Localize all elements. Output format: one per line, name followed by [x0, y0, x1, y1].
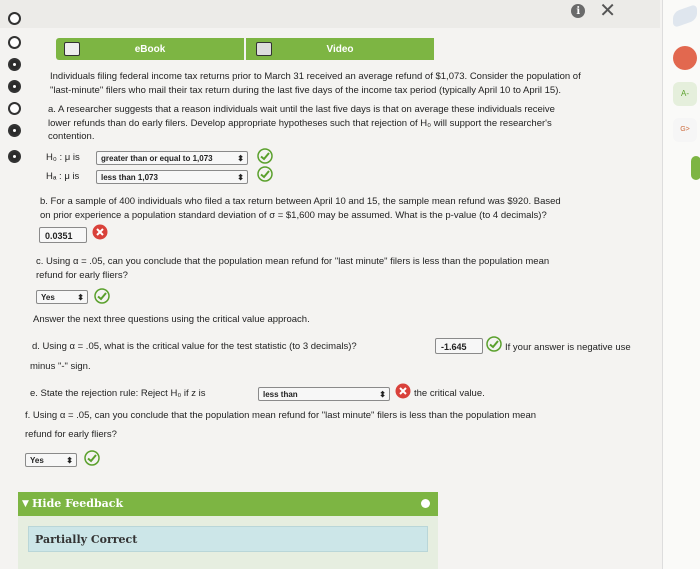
rejection-rule-value: less than	[263, 390, 298, 399]
e-incorrect-icon	[395, 383, 411, 399]
rejection-rule-select[interactable]: less than ⬍	[258, 387, 390, 401]
p-value-incorrect-icon	[92, 224, 108, 240]
ha-select-value: less than 1,073	[101, 173, 158, 182]
select-arrow-icon: ⬍	[237, 173, 244, 182]
part-f-line-1: f. Using α = .05, can you conclude that …	[25, 410, 537, 421]
f-answer-select[interactable]: Yes ⬍	[25, 453, 77, 467]
part-d-note: If your answer is negative use	[505, 342, 631, 353]
ha-correct-icon	[257, 166, 273, 182]
part-d-question: d. Using α = .05, what is the critical v…	[32, 341, 357, 352]
p-value-input[interactable]: 0.0351	[39, 227, 87, 243]
part-a-line-3: contention.	[48, 131, 95, 142]
h0-correct-icon	[257, 148, 273, 164]
close-icon[interactable]: ✕	[599, 1, 616, 21]
nav-dot-3[interactable]	[8, 58, 21, 71]
part-a-line-1: a. A researcher suggests that a reason i…	[48, 104, 555, 115]
feedback-panel: Partially Correct	[18, 516, 438, 569]
top-toolbar: i ✕	[0, 0, 660, 28]
ha-select[interactable]: less than 1,073 ⬍	[96, 170, 248, 184]
hide-feedback-toggle[interactable]: ▼ Hide Feedback	[18, 492, 438, 516]
part-b-line-2: on prior experience a population standar…	[40, 210, 547, 221]
select-arrow-icon: ⬍	[77, 293, 84, 302]
part-c-line-1: c. Using α = .05, can you conclude that …	[36, 256, 550, 267]
ha-label: Hₐ : μ is	[46, 171, 80, 182]
rs-label-2[interactable]: G>	[673, 118, 697, 142]
part-b-line-1: b. For a sample of 400 individuals who f…	[40, 196, 561, 207]
app-badge-icon[interactable]	[673, 46, 697, 70]
triangle-down-icon: ▼	[22, 499, 29, 509]
c-answer-select[interactable]: Yes ⬍	[36, 290, 88, 304]
nav-dot-1[interactable]	[8, 12, 21, 25]
d-correct-icon	[486, 336, 502, 352]
book-icon	[64, 42, 80, 56]
intro-line-1: Individuals filing federal income tax re…	[50, 71, 581, 82]
f-correct-icon	[84, 450, 100, 466]
film-icon	[256, 42, 272, 56]
c-answer-value: Yes	[41, 293, 55, 302]
pen-icon[interactable]	[673, 3, 697, 29]
info-icon[interactable]: i	[571, 4, 586, 18]
critical-value-intro: Answer the next three questions using th…	[33, 314, 310, 325]
part-d-note-2: minus "-" sign.	[30, 361, 91, 372]
f-answer-value: Yes	[30, 456, 44, 465]
hide-feedback-label: Hide Feedback	[32, 497, 124, 510]
critical-value-input[interactable]: -1.645	[435, 338, 483, 354]
h0-select-value: greater than or equal to 1,073	[101, 154, 213, 163]
resource-tabs: eBook Video	[56, 38, 434, 60]
right-side-strip: A- G>	[662, 0, 700, 569]
knob-icon	[421, 499, 430, 508]
part-e-question: e. State the rejection rule: Reject H₀ i…	[30, 388, 206, 399]
part-f-line-2: refund for early fliers?	[25, 429, 117, 440]
tab-video[interactable]: Video	[244, 38, 434, 60]
rs-label-1[interactable]: A-	[673, 82, 697, 106]
part-c-line-2: refund for early fliers?	[36, 270, 128, 281]
nav-dot-4[interactable]	[8, 80, 21, 93]
h0-label: H₀ : μ is	[46, 152, 80, 163]
select-arrow-icon: ⬍	[66, 456, 73, 465]
nav-dot-2[interactable]	[8, 36, 21, 49]
rs-scroll-marker[interactable]	[691, 156, 700, 180]
c-correct-icon	[94, 288, 110, 304]
nav-dot-7[interactable]	[8, 150, 21, 163]
part-a-line-2: lower refunds than do early filers. Deve…	[48, 118, 552, 129]
tab-video-label: Video	[326, 43, 354, 55]
page: i ✕ eBook Video Individuals filing feder…	[0, 0, 700, 569]
tab-ebook-label: eBook	[134, 43, 166, 55]
select-arrow-icon: ⬍	[237, 154, 244, 163]
h0-select[interactable]: greater than or equal to 1,073 ⬍	[96, 151, 248, 165]
tab-ebook[interactable]: eBook	[56, 38, 244, 60]
nav-dot-5[interactable]	[8, 102, 21, 115]
feedback-status: Partially Correct	[28, 526, 428, 552]
part-e-tail: the critical value.	[414, 388, 485, 399]
select-arrow-icon: ⬍	[379, 390, 386, 399]
intro-line-2: "last-minute" filers who mail their tax …	[50, 85, 562, 96]
nav-dot-6[interactable]	[8, 124, 21, 137]
